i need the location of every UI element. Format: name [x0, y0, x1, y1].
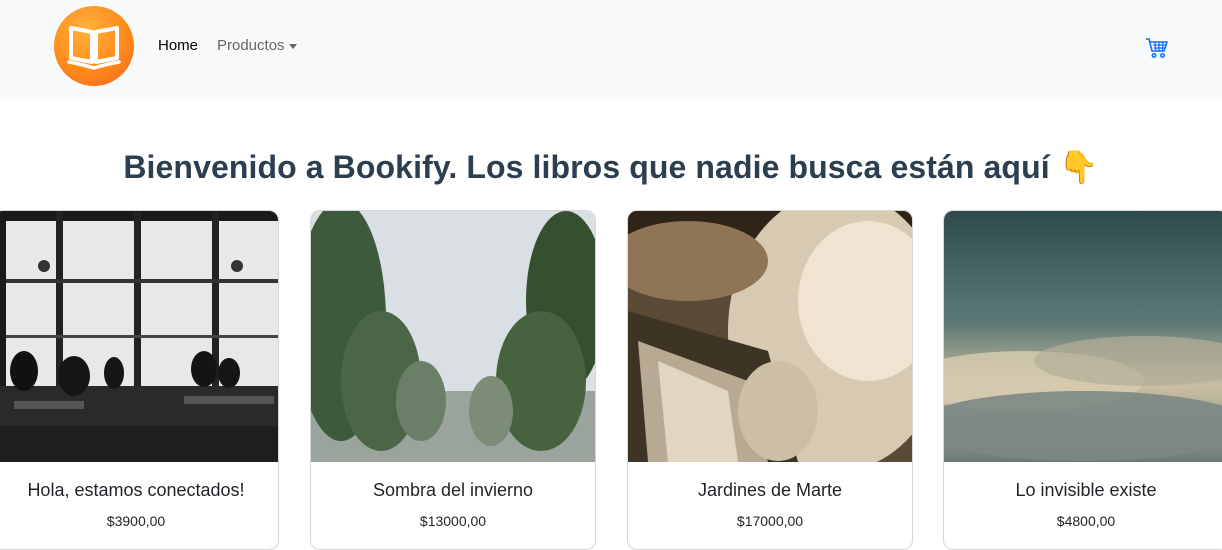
product-price: $4800,00	[1056, 513, 1116, 529]
product-card[interactable]: Hola, estamos conectados! $3900,00	[0, 210, 279, 550]
nav-products-dropdown[interactable]: Productos	[217, 37, 297, 54]
caret-down-icon	[288, 43, 297, 49]
misty-trees-photo	[311, 211, 595, 462]
product-price: $3900,00	[106, 513, 166, 529]
brand-logo[interactable]	[54, 6, 134, 86]
product-card[interactable]: Lo invisible existe $4800,00	[943, 210, 1222, 550]
product-card[interactable]: Jardines de Marte $17000,00	[627, 210, 913, 550]
product-price: $13000,00	[419, 513, 487, 529]
product-price: $17000,00	[736, 513, 804, 529]
welcome-headline: Bienvenido a Bookify. Los libros que nad…	[123, 149, 1099, 185]
nav-products-label: Productos	[217, 37, 285, 54]
product-title: Hola, estamos conectados!	[27, 480, 245, 500]
product-title: Sombra del invierno	[372, 480, 534, 500]
steamy-waterfall-photo	[628, 211, 912, 471]
cloudy-sky-photo	[944, 211, 1222, 462]
product-title: Jardines de Marte	[697, 480, 843, 500]
navbar: Home Productos	[0, 0, 1222, 99]
product-title: Lo invisible existe	[1015, 480, 1157, 500]
cafe-silhouettes-photo	[0, 211, 278, 462]
open-book-icon	[67, 26, 121, 70]
nav-home-link[interactable]: Home	[158, 37, 198, 54]
shopping-cart-icon[interactable]	[1145, 36, 1169, 60]
product-card[interactable]: Sombra del invierno $13000,00	[310, 210, 596, 550]
